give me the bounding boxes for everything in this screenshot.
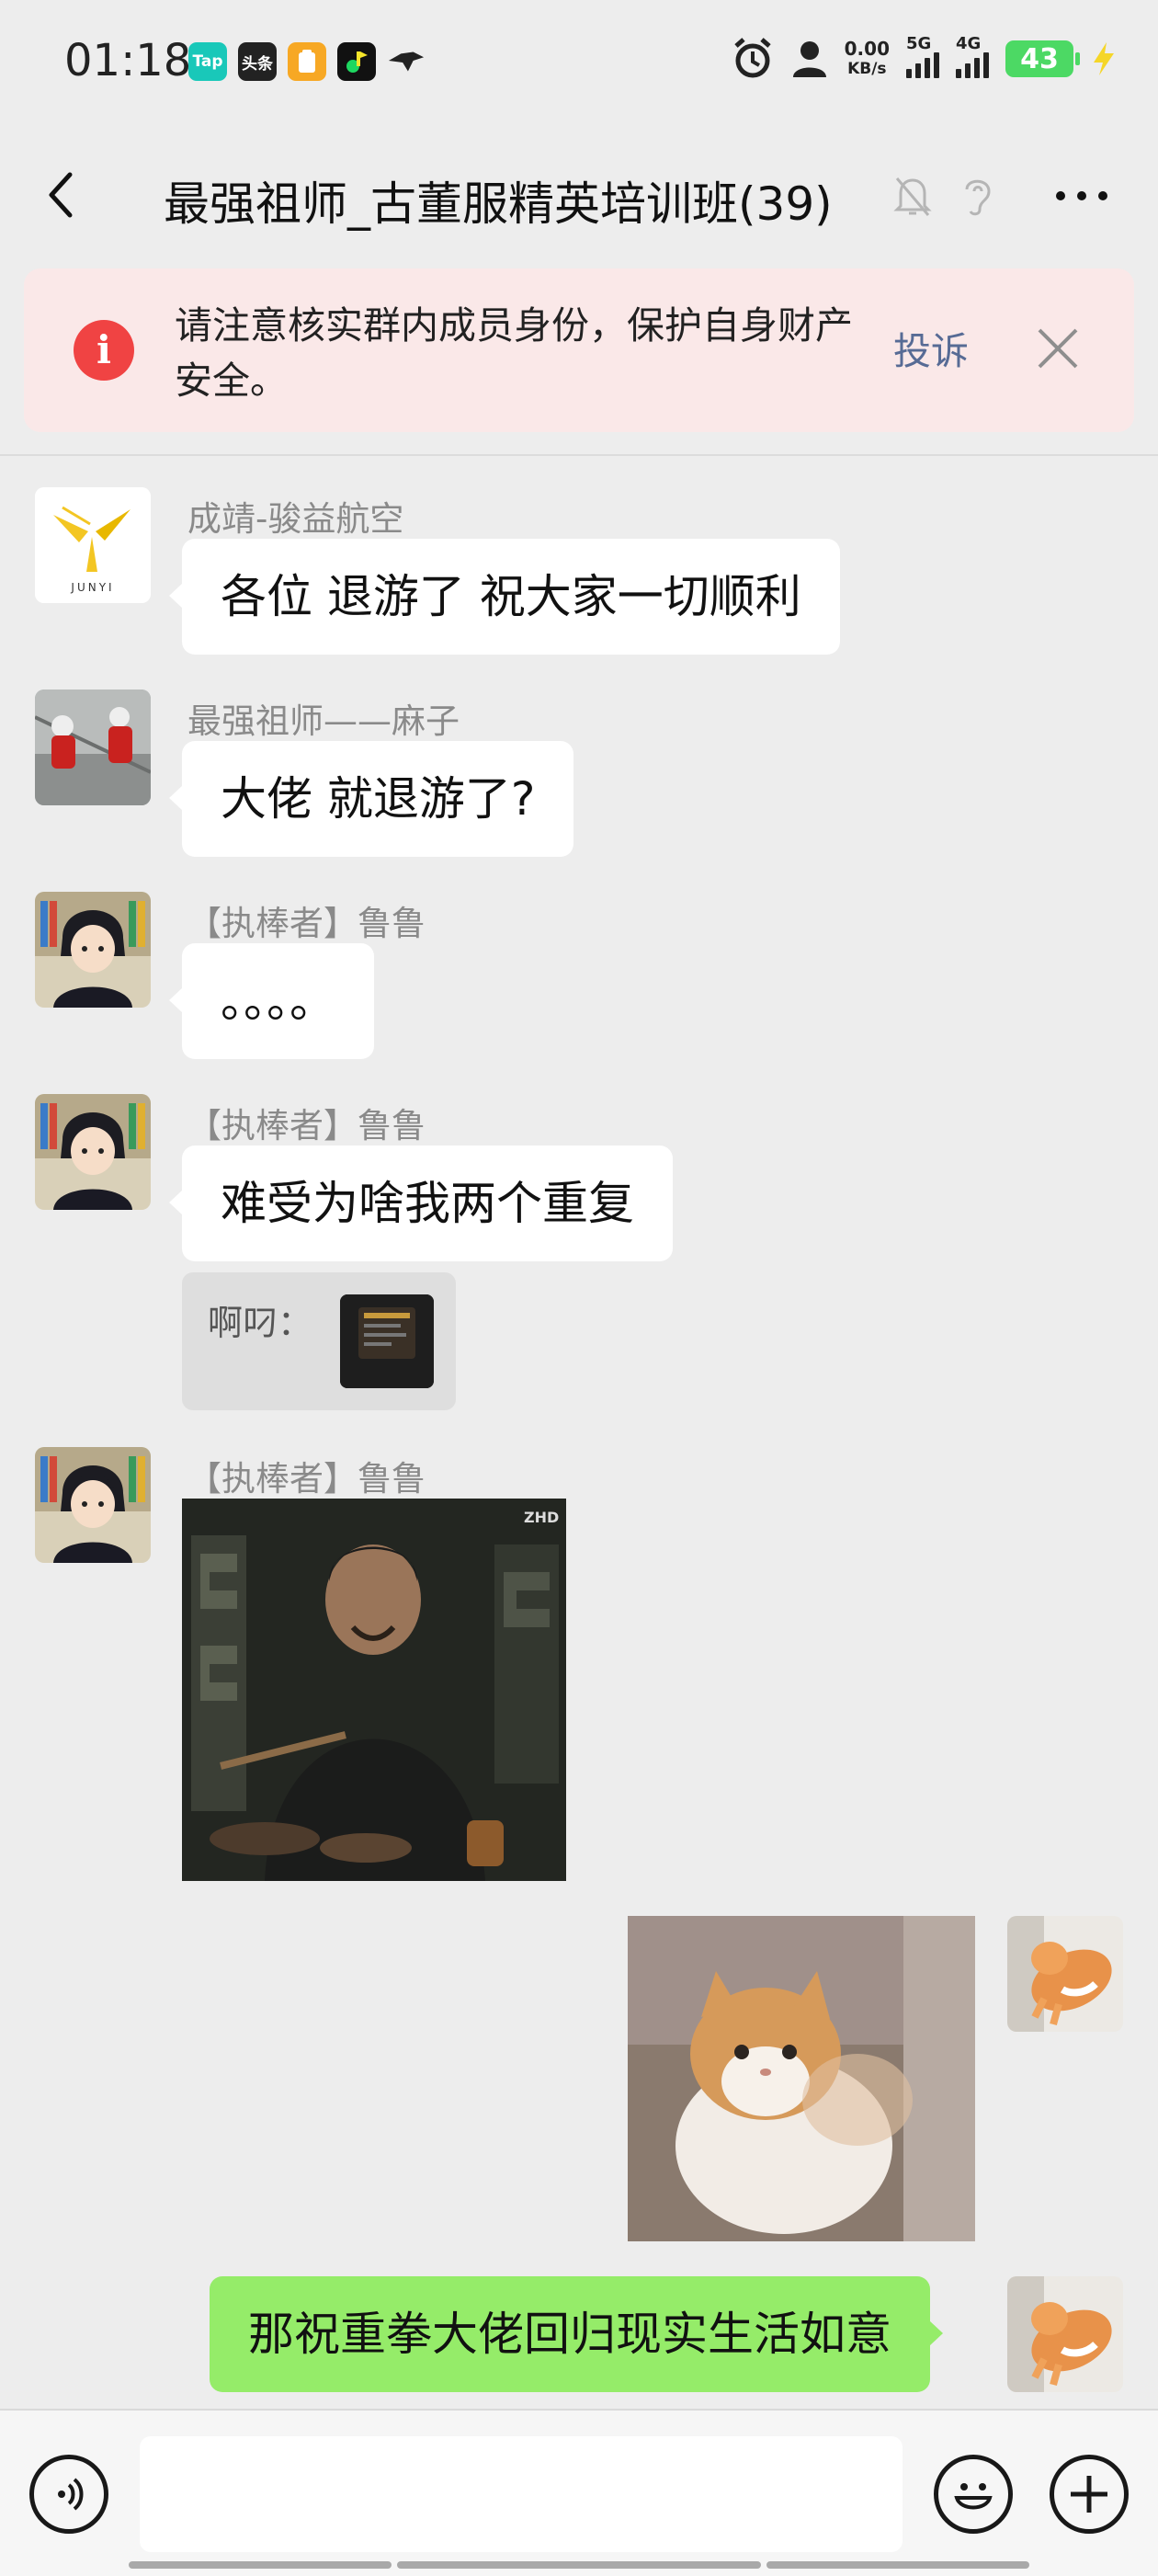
sender-name: 成靖-骏益航空 <box>187 499 404 539</box>
mute-bell-icon <box>893 177 932 216</box>
avatar[interactable] <box>35 690 151 805</box>
bird-app-icon <box>387 42 426 81</box>
chat-header: 最强祖师_古董服精英培训班(39) <box>0 125 1158 268</box>
chat-title: 最强祖师_古董服精英培训班(39) <box>164 177 833 231</box>
my-avatar[interactable] <box>1007 2276 1123 2392</box>
voice-button[interactable] <box>29 2455 108 2534</box>
emoji-icon <box>954 2483 993 2510</box>
report-link[interactable]: 投诉 <box>893 320 969 375</box>
emoji-button[interactable] <box>934 2455 1013 2534</box>
header-status-icons <box>891 173 996 219</box>
sender-name: 最强祖师——麻子 <box>187 701 460 741</box>
clock: 01:18 <box>64 35 192 86</box>
status-right: 0.00 KB/s 5G 4G 43 <box>731 34 1118 81</box>
image-message[interactable] <box>628 1916 975 2241</box>
plus-icon <box>1071 2476 1107 2513</box>
sender-name: 【执棒者】鲁鲁 <box>187 1106 426 1146</box>
anime-avatar-icon <box>35 892 151 1008</box>
qq-music-app-icon <box>337 42 376 81</box>
back-icon[interactable] <box>37 167 92 222</box>
quoted-reply[interactable]: 啊叼： <box>182 1272 456 1410</box>
input-bar <box>0 2409 1158 2576</box>
quote-thumbnail <box>340 1294 434 1388</box>
add-button[interactable] <box>1050 2455 1129 2534</box>
message-bubble[interactable]: 大佬 就退游了? <box>168 741 574 857</box>
junyi-logo-icon: JUNYI <box>35 487 151 603</box>
image-thumbnail-icon <box>340 1294 434 1388</box>
signal-4g-icon: 4G <box>956 34 989 78</box>
avatar[interactable] <box>35 1094 151 1210</box>
voice-icon <box>58 2478 84 2511</box>
photo-avatar-icon <box>35 690 151 805</box>
svg-text:ZHD: ZHD <box>524 1509 559 1526</box>
message-bubble[interactable]: 难受为啥我两个重复 <box>169 1146 673 1261</box>
gesture-pill <box>766 2561 1029 2569</box>
close-icon[interactable] <box>1026 316 1090 381</box>
net-speed: 0.00 KB/s <box>844 38 890 78</box>
gesture-bar <box>0 2561 1158 2570</box>
taptap-app-icon: Tap <box>188 42 227 81</box>
cat-image-icon <box>628 1916 975 2241</box>
sender-name: 【执棒者】鲁鲁 <box>187 904 426 943</box>
warning-icon: i <box>74 320 134 381</box>
svg-text:JUNYI: JUNYI <box>70 581 114 594</box>
message-bubble[interactable]: 那祝重拳大佬回归现实生活如意 <box>210 2276 943 2392</box>
meme-image-icon: ZHD <box>182 1499 566 1881</box>
cat-avatar-icon <box>1007 2276 1123 2392</box>
image-message[interactable]: ZHD <box>182 1499 566 1881</box>
message-input[interactable] <box>140 2436 903 2552</box>
avatar[interactable] <box>35 892 151 1008</box>
earpiece-icon <box>965 179 991 216</box>
message-bubble[interactable]: 各位 退游了 祝大家一切顺利 <box>169 539 840 655</box>
message-bubble[interactable]: 。。。。 <box>169 943 374 1059</box>
gesture-pill <box>397 2561 761 2569</box>
notification-icons: Tap 头条 <box>188 42 426 81</box>
signal-5g-icon: 5G <box>906 34 939 78</box>
toutiao-app-icon: 头条 <box>238 42 277 81</box>
gesture-pill <box>129 2561 392 2569</box>
user-icon <box>792 41 826 77</box>
my-avatar[interactable] <box>1007 1916 1123 2032</box>
anime-avatar-icon <box>35 1094 151 1210</box>
divider <box>0 454 1158 456</box>
avatar[interactable]: JUNYI <box>35 487 151 603</box>
cat-avatar-icon <box>1007 1916 1123 2032</box>
security-warning-banner: i 请注意核实群内成员身份，保护自身财产安全。 投诉 <box>24 268 1134 432</box>
status-bar: 01:18 Tap 头条 0.00 KB/s 5G 4G 43 <box>0 0 1158 125</box>
clipboard-app-icon <box>288 42 326 81</box>
warning-text: 请注意核实群内成员身份，保护自身财产安全。 <box>175 303 853 403</box>
sender-name: 【执棒者】鲁鲁 <box>187 1459 426 1499</box>
charging-icon <box>1094 42 1114 75</box>
avatar[interactable] <box>35 1447 151 1563</box>
more-options-icon[interactable] <box>1050 173 1114 219</box>
anime-avatar-icon <box>35 1447 151 1563</box>
quote-text: 啊叼： <box>208 1303 313 1343</box>
battery-indicator: 43 <box>1005 40 1080 77</box>
alarm-icon <box>733 38 771 78</box>
